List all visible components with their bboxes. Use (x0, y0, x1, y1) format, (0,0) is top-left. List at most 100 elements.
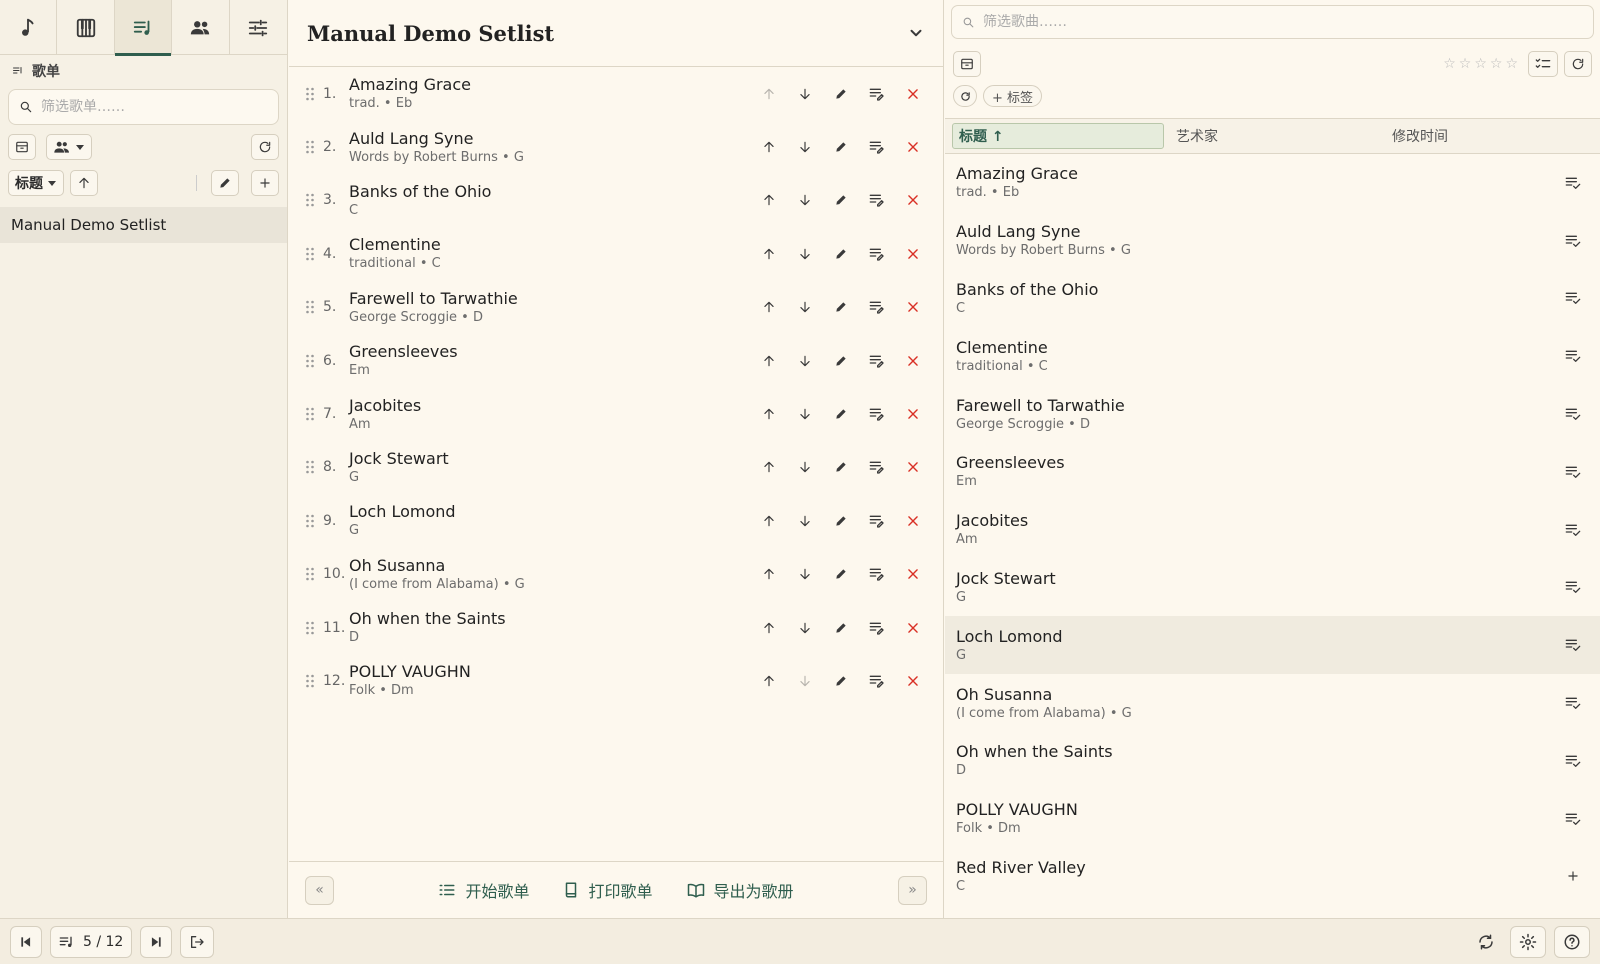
in-setlist-button[interactable] (1558, 696, 1588, 710)
edit-setlist-button[interactable] (211, 170, 239, 196)
add-tag-button[interactable]: + 标签 (983, 85, 1043, 107)
list-item[interactable]: Auld Lang Syne Words by Robert Burns • G (945, 212, 1600, 270)
star-icon[interactable]: ☆ (1505, 57, 1518, 71)
song-options-button[interactable] (859, 132, 895, 162)
edit-song-button[interactable] (823, 239, 859, 269)
move-up-button[interactable] (751, 132, 787, 162)
in-setlist-button[interactable] (1558, 234, 1588, 248)
move-up-button[interactable] (751, 239, 787, 269)
move-down-button[interactable] (787, 132, 823, 162)
remove-song-button[interactable] (895, 452, 931, 482)
column-title[interactable]: 标题 ↑ (952, 123, 1164, 149)
prev-page-button[interactable]: « (305, 875, 334, 905)
move-up-button[interactable] (751, 399, 787, 429)
list-item[interactable]: Jacobites Am (945, 501, 1600, 559)
remove-song-button[interactable] (895, 559, 931, 589)
song-search-input[interactable] (983, 14, 1543, 30)
chevron-down-icon[interactable] (907, 24, 925, 42)
sort-field-select[interactable]: 标题 (8, 170, 64, 196)
list-item[interactable]: Oh Susanna (I come from Alabama) • G (945, 674, 1600, 732)
in-setlist-button[interactable] (1558, 407, 1588, 421)
add-setlist-button[interactable] (251, 170, 279, 196)
drag-handle[interactable] (305, 354, 317, 368)
song-options-button[interactable] (859, 292, 895, 322)
move-up-button[interactable] (751, 292, 787, 322)
move-up-button[interactable] (751, 452, 787, 482)
drag-handle[interactable] (305, 460, 317, 474)
remove-song-button[interactable] (895, 79, 931, 109)
setlist-song-row[interactable]: 5. Farewell to Tarwathie George Scroggie •… (289, 281, 943, 334)
tab-settings[interactable] (230, 0, 287, 55)
in-setlist-button[interactable] (1558, 176, 1588, 190)
next-song-button[interactable] (140, 925, 173, 958)
reset-tags-button[interactable] (953, 85, 977, 107)
in-setlist-button[interactable] (1558, 465, 1588, 479)
move-down-button[interactable] (787, 79, 823, 109)
move-up-button[interactable] (751, 346, 787, 376)
list-item[interactable]: Clementine traditional • C (945, 327, 1600, 385)
in-setlist-button[interactable] (1558, 754, 1588, 768)
setlist-song-row[interactable]: 6. Greensleeves Em (289, 334, 943, 387)
next-page-button[interactable]: » (898, 875, 927, 905)
drag-handle[interactable] (305, 621, 317, 635)
tab-songs[interactable] (0, 0, 58, 55)
edit-song-button[interactable] (823, 666, 859, 696)
move-down-button[interactable] (787, 292, 823, 322)
list-item[interactable]: POLLY VAUGHN Folk • Dm (945, 790, 1600, 848)
archive-button[interactable] (953, 51, 981, 77)
move-down-button[interactable] (787, 239, 823, 269)
drag-handle[interactable] (305, 87, 317, 101)
edit-song-button[interactable] (823, 452, 859, 482)
select-mode-button[interactable] (1528, 51, 1558, 77)
help-button[interactable] (1554, 925, 1590, 958)
song-options-button[interactable] (859, 239, 895, 269)
in-setlist-button[interactable] (1558, 638, 1588, 652)
move-down-button[interactable] (787, 559, 823, 589)
song-options-button[interactable] (859, 559, 895, 589)
move-up-button[interactable] (751, 185, 787, 215)
move-up-button[interactable] (751, 559, 787, 589)
refresh-button[interactable] (1564, 51, 1592, 77)
remove-song-button[interactable] (895, 346, 931, 376)
setlist-position-button[interactable]: 5 / 12 (50, 925, 133, 958)
star-icon[interactable]: ☆ (1474, 57, 1487, 71)
move-up-button[interactable] (751, 666, 787, 696)
edit-song-button[interactable] (823, 559, 859, 589)
star-icon[interactable]: ☆ (1443, 57, 1456, 71)
drag-handle[interactable] (305, 193, 317, 207)
move-up-button[interactable] (751, 79, 787, 109)
move-up-button[interactable] (751, 506, 787, 536)
in-setlist-button[interactable] (1558, 812, 1588, 826)
remove-song-button[interactable] (895, 292, 931, 322)
drag-handle[interactable] (305, 300, 317, 314)
list-item[interactable]: Red River Valley C (945, 848, 1600, 906)
setlist-song-row[interactable]: 3. Banks of the Ohio C (289, 174, 943, 227)
sync-button[interactable] (1470, 926, 1502, 958)
setlist-song-row[interactable]: 11. Oh when the Saints D (289, 601, 943, 654)
move-down-button[interactable] (787, 666, 823, 696)
edit-song-button[interactable] (823, 79, 859, 109)
song-options-button[interactable] (859, 399, 895, 429)
print-setlist-button[interactable]: 打印歌单 (563, 878, 653, 902)
drag-handle[interactable] (305, 407, 317, 421)
drag-handle[interactable] (305, 247, 317, 261)
move-down-button[interactable] (787, 399, 823, 429)
move-down-button[interactable] (787, 613, 823, 643)
list-item[interactable]: Greensleeves Em (945, 443, 1600, 501)
setlist-song-row[interactable]: 7. Jacobites Am (289, 387, 943, 440)
drag-handle[interactable] (305, 567, 317, 581)
list-item[interactable]: Banks of the Ohio C (945, 270, 1600, 328)
edit-song-button[interactable] (823, 613, 859, 643)
drag-handle[interactable] (305, 674, 317, 688)
setlist-song-row[interactable]: 2. Auld Lang Syne Words by Robert Burns • … (289, 120, 943, 173)
edit-song-button[interactable] (823, 506, 859, 536)
song-options-button[interactable] (859, 185, 895, 215)
sort-direction-button[interactable] (70, 170, 98, 196)
move-up-button[interactable] (751, 613, 787, 643)
star-icon[interactable]: ☆ (1459, 57, 1472, 71)
song-options-button[interactable] (859, 613, 895, 643)
tab-keyboard[interactable] (57, 0, 115, 55)
list-item[interactable]: Oh when the Saints D (945, 732, 1600, 790)
refresh-button[interactable] (251, 134, 279, 160)
in-setlist-button[interactable] (1558, 349, 1588, 363)
